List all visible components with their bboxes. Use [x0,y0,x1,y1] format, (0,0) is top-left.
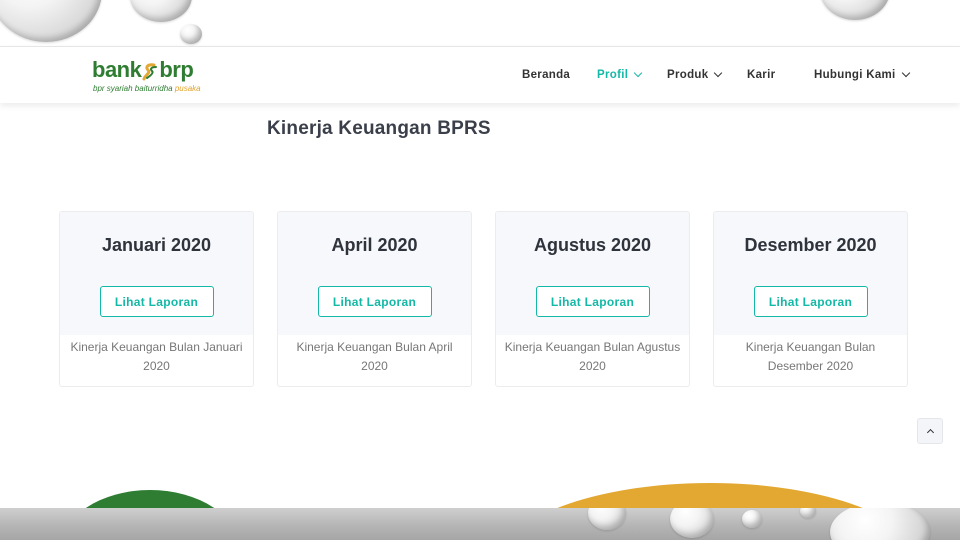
card-description: Kinerja Keuangan Bulan Januari 2020 [70,340,243,373]
page-title: Kinerja Keuangan BPRS [267,118,491,139]
card-header: Januari 2020 Lihat Laporan [60,212,253,335]
card-heading: Agustus 2020 [533,235,652,255]
card-heading: April 2020 [331,235,418,255]
water-drop [830,508,930,540]
nav-item-hubungi-kami[interactable]: Hubungi Kami [814,68,910,81]
chevron-down-icon [901,68,910,78]
report-card-agustus: Agustus 2020 Lihat Laporan Kinerja Keuan… [495,211,690,387]
lihat-laporan-button[interactable]: Lihat Laporan [535,286,650,317]
card-heading: Desember 2020 [744,235,877,255]
logo-s-icon [142,61,158,81]
logo-word-left: bank [92,57,142,82]
card-description: Kinerja Keuangan Bulan Agustus 2020 [504,340,681,373]
water-drop [0,0,102,42]
nav-item-profil[interactable]: Profil [597,68,643,81]
logo-wordmark: bank brp [92,57,194,83]
card-header: April 2020 Lihat Laporan [278,212,471,335]
lihat-laporan-button[interactable]: Lihat Laporan [317,286,432,317]
water-drop [670,508,714,538]
report-card-desember: Desember 2020 Lihat Laporan Kinerja Keua… [713,211,908,387]
footer-decoration [0,508,960,540]
nav-label: Profil [597,69,629,81]
water-drop [742,510,762,528]
water-drop [820,0,890,20]
chevron-down-icon [633,68,643,78]
water-drop [800,508,816,518]
nav-label: Produk [667,69,709,81]
nav-label: Karir [747,69,776,81]
water-drop [130,0,192,22]
scroll-to-top-button[interactable] [917,418,943,444]
lihat-laporan-button[interactable]: Lihat Laporan [753,286,868,317]
card-description: Kinerja Keuangan Bulan Desember 2020 [745,340,876,373]
logo-tagline-main: bpr syariah baiturridha [93,84,175,93]
card-heading: Januari 2020 [101,235,212,255]
report-card-april: April 2020 Lihat Laporan Kinerja Keuanga… [277,211,472,387]
chevron-down-icon [714,68,723,78]
logo-word-right: brp [159,57,194,82]
logo-tagline-accent: pusaka [174,84,201,93]
lihat-laporan-button[interactable]: Lihat Laporan [99,286,214,317]
logo-tagline: bpr syariah baiturridha pusaka [93,84,201,93]
top-decoration [0,0,960,46]
card-description: Kinerja Keuangan Bulan April 2020 [296,340,453,373]
nav-label: Hubungi Kami [814,69,896,81]
chevron-up-icon [926,428,934,437]
report-card-januari: Januari 2020 Lihat Laporan Kinerja Keuan… [59,211,254,387]
card-header: Agustus 2020 Lihat Laporan [496,212,689,335]
site-header: bank brp bpr syariah baiturridha pusaka … [0,46,960,103]
water-drop [180,24,202,44]
card-header: Desember 2020 Lihat Laporan [714,212,907,335]
brand-logo[interactable]: bank brp bpr syariah baiturridha pusaka [92,55,202,97]
nav-item-beranda[interactable]: Beranda [522,69,570,81]
nav-item-produk[interactable]: Produk [667,68,723,81]
water-drop [588,508,626,530]
nav-item-karir[interactable]: Karir [747,69,775,81]
nav-label: Beranda [522,69,571,81]
